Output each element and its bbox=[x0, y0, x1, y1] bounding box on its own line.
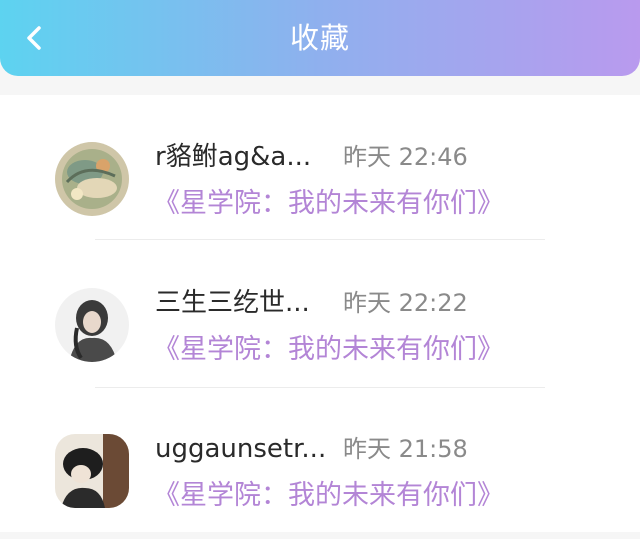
collection-title-link[interactable]: 《星学院：我的未来有你们》 bbox=[153, 333, 504, 367]
timestamp: 昨天 22:46 bbox=[343, 143, 468, 171]
page-title: 收藏 bbox=[289, 21, 350, 55]
user-name: 三生三纥世... bbox=[155, 288, 310, 318]
list-item[interactable]: r貉鲋ag&a... 昨天 22:46 《星学院：我的未来有你们》 bbox=[0, 95, 640, 243]
list-item[interactable]: 三生三纥世... 昨天 22:22 《星学院：我的未来有你们》 bbox=[0, 243, 640, 391]
header-bar: 收藏 bbox=[0, 0, 640, 76]
favorites-list: r貉鲋ag&a... 昨天 22:46 《星学院：我的未来有你们》 三生三纥世.… bbox=[0, 95, 640, 532]
user-name: r貉鲋ag&a... bbox=[155, 142, 312, 172]
collection-title-link[interactable]: 《星学院：我的未来有你们》 bbox=[153, 479, 504, 513]
list-item[interactable]: uggaunsetr... 昨天 21:58 《星学院：我的未来有你们》 bbox=[0, 391, 640, 539]
avatar[interactable] bbox=[55, 288, 129, 362]
user-name: uggaunsetr... bbox=[155, 434, 327, 464]
timestamp: 昨天 21:58 bbox=[343, 435, 468, 463]
timestamp: 昨天 22:22 bbox=[343, 289, 468, 317]
avatar[interactable] bbox=[55, 142, 129, 216]
avatar[interactable] bbox=[55, 434, 129, 508]
collection-title-link[interactable]: 《星学院：我的未来有你们》 bbox=[153, 187, 504, 221]
divider bbox=[95, 387, 545, 388]
divider bbox=[95, 239, 545, 240]
